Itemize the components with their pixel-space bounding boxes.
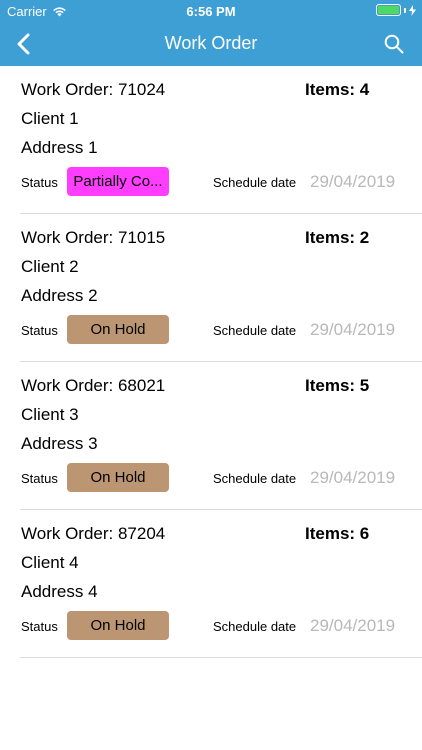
search-icon (384, 34, 404, 54)
client-name: Client 1 (21, 109, 79, 128)
navigation-bar: Work Order (0, 22, 422, 66)
work-order-card[interactable]: Work Order: 68021 Items: 5 Client 3 Addr… (20, 362, 422, 510)
schedule-date-value: 29/04/2019 (310, 616, 396, 635)
status-label: Status (21, 471, 58, 486)
status-label: Status (21, 323, 58, 338)
battery-icon (376, 4, 401, 16)
status-label: Status (21, 619, 58, 634)
items-count: Items: 4 (305, 80, 370, 99)
battery-level (378, 6, 399, 14)
work-order-card[interactable]: Work Order: 71024 Items: 4 Client 1 Addr… (20, 66, 422, 214)
schedule-date-label: Schedule date (213, 323, 297, 338)
status-badge[interactable]: On Hold (67, 315, 169, 344)
work-order-number: Work Order: 87204 (21, 524, 166, 543)
work-order-card[interactable]: Work Order: 71015 Items: 2 Client 2 Addr… (20, 214, 422, 362)
status-badge[interactable]: On Hold (67, 463, 169, 492)
work-order-list: Work Order: 71024 Items: 4 Client 1 Addr… (0, 66, 422, 658)
status-badge[interactable]: Partially Co... (67, 167, 169, 196)
client-address: Address 4 (21, 582, 98, 601)
schedule-date-label: Schedule date (213, 471, 297, 486)
schedule-date-label: Schedule date (213, 175, 297, 190)
work-order-number: Work Order: 68021 (21, 376, 166, 395)
battery-tip (404, 7, 406, 13)
client-name: Client 4 (21, 553, 79, 572)
schedule-date-label: Schedule date (213, 619, 297, 634)
battery-indicator (376, 4, 416, 16)
client-name: Client 3 (21, 405, 79, 424)
items-count: Items: 6 (305, 524, 370, 543)
search-button[interactable] (380, 30, 408, 58)
schedule-date-value: 29/04/2019 (310, 468, 396, 487)
work-order-number: Work Order: 71024 (21, 80, 166, 99)
items-count: Items: 2 (305, 228, 370, 247)
schedule-date-value: 29/04/2019 (310, 172, 396, 191)
work-order-number: Work Order: 71015 (21, 228, 166, 247)
items-count: Items: 5 (305, 376, 370, 395)
status-badge[interactable]: On Hold (67, 611, 169, 640)
work-order-card[interactable]: Work Order: 87204 Items: 6 Client 4 Addr… (20, 510, 422, 658)
charging-bolt-icon (409, 4, 416, 16)
app-header: Carrier 6:56 PM Work Order (0, 0, 422, 66)
client-name: Client 2 (21, 257, 79, 276)
clock: 6:56 PM (186, 4, 236, 19)
schedule-date-value: 29/04/2019 (310, 320, 396, 339)
status-label: Status (21, 175, 58, 190)
client-address: Address 3 (21, 434, 98, 453)
client-address: Address 2 (21, 286, 98, 305)
page-title: Work Order (164, 33, 258, 53)
client-address: Address 1 (21, 138, 98, 157)
status-bar: Carrier 6:56 PM (0, 0, 422, 22)
